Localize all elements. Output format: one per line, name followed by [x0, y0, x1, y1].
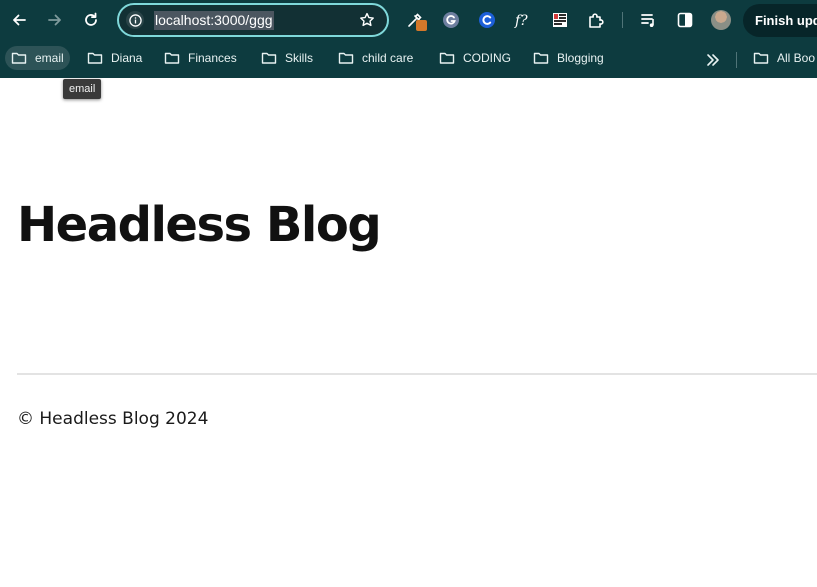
address-text[interactable]: localhost:3000/ggg — [154, 11, 274, 30]
bookmark-folder-email[interactable]: email — [5, 46, 70, 70]
arrow-right-icon — [48, 14, 61, 26]
folder-icon — [533, 52, 549, 64]
footer-divider — [17, 373, 817, 375]
extension-badge — [416, 20, 427, 31]
bookmark-label: email — [35, 51, 64, 65]
bookmark-folder-skills[interactable]: Skills — [255, 46, 319, 70]
bookmark-folder-finances[interactable]: Finances — [158, 46, 243, 70]
puzzle-extensions-icon[interactable] — [586, 10, 606, 30]
address-bar[interactable]: localhost:3000/ggg — [117, 3, 389, 37]
folder-icon — [164, 52, 180, 64]
bookmark-label: Blogging — [557, 51, 604, 65]
folder-icon — [261, 52, 277, 64]
bookmark-label: Diana — [111, 51, 143, 65]
bookmark-label: Finances — [188, 51, 237, 65]
reload-button[interactable] — [79, 8, 103, 32]
bookmark-folder-blogging[interactable]: Blogging — [527, 46, 610, 70]
grammarly-icon[interactable] — [441, 10, 461, 30]
folder-icon — [753, 52, 769, 64]
folder-icon — [11, 52, 27, 64]
eyedropper-icon[interactable] — [405, 10, 427, 31]
profile-avatar[interactable] — [711, 10, 731, 30]
chevron-double-right-icon[interactable] — [703, 50, 723, 70]
folder-icon — [87, 52, 103, 64]
folder-icon — [338, 52, 354, 64]
page-title: Headless Blog — [17, 197, 382, 253]
all-bookmarks-label: All Boo — [777, 51, 816, 65]
bookmark-folder-coding[interactable]: CODING — [433, 46, 517, 70]
bookmarks-divider — [736, 52, 737, 68]
bookmark-label: child care — [362, 51, 414, 65]
side-panel-icon[interactable] — [675, 10, 695, 30]
arrow-left-icon — [13, 14, 26, 26]
folder-icon — [439, 52, 455, 64]
circle-c-icon[interactable] — [477, 10, 497, 30]
browser-toolbar: localhost:3000/ggg f? Finish upd — [0, 0, 817, 41]
forward-button[interactable] — [43, 8, 67, 32]
all-bookmarks-folder[interactable]: All Boo — [747, 46, 817, 70]
bookmark-tooltip: email — [63, 79, 102, 99]
finish-update-button[interactable]: Finish upd — [743, 4, 817, 37]
bookmark-label: CODING — [463, 51, 511, 65]
bookmark-folder-child-care[interactable]: child care — [332, 46, 419, 70]
svg-text:f?: f? — [514, 13, 528, 29]
bookmark-folder-diana[interactable]: Diana — [81, 46, 148, 70]
reading-list-icon[interactable] — [639, 10, 659, 30]
footer-copyright: © Headless Blog 2024 — [17, 409, 209, 429]
star-bookmark-icon[interactable] — [359, 12, 375, 28]
screen-capture-icon[interactable] — [550, 10, 570, 30]
bookmarks-bar: email Diana Finances Skills child care C… — [0, 41, 817, 78]
toolbar-divider — [622, 12, 623, 28]
function-icon[interactable]: f? — [513, 10, 533, 30]
site-info-icon[interactable] — [126, 11, 144, 29]
back-button[interactable] — [7, 8, 31, 32]
reload-icon — [85, 12, 97, 26]
bookmark-label: Skills — [285, 51, 314, 65]
